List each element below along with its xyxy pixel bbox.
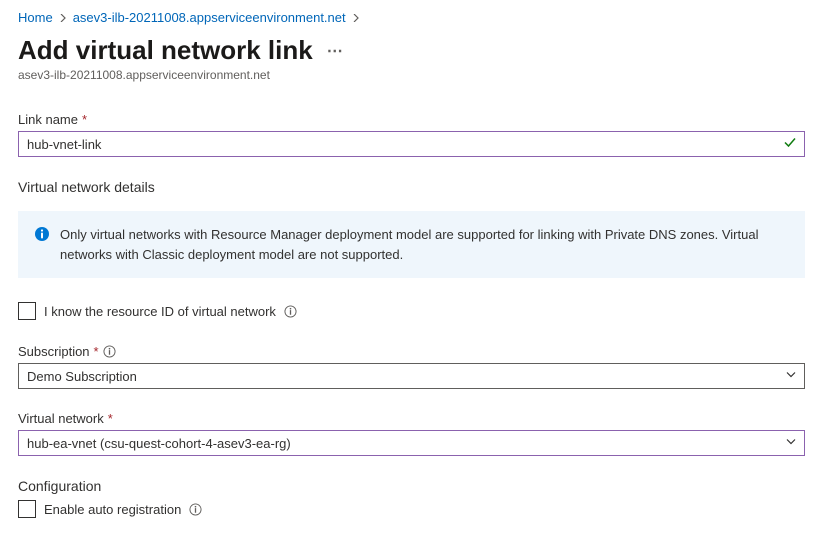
page-title: Add virtual network link ⋯ [18, 35, 805, 66]
info-icon [34, 226, 50, 264]
more-icon[interactable]: ⋯ [327, 41, 345, 61]
info-box: Only virtual networks with Resource Mana… [18, 211, 805, 278]
auto-registration-checkbox[interactable] [18, 500, 36, 518]
info-circle-icon[interactable] [103, 345, 116, 358]
vnet-details-title: Virtual network details [18, 179, 805, 195]
info-circle-icon[interactable] [189, 503, 202, 516]
required-indicator: * [94, 344, 99, 359]
chevron-right-icon [59, 10, 67, 25]
know-resource-id-checkbox[interactable] [18, 302, 36, 320]
required-indicator: * [108, 411, 113, 426]
link-name-input[interactable] [18, 131, 805, 157]
breadcrumb-zone[interactable]: asev3-ilb-20211008.appserviceenvironment… [73, 10, 346, 25]
subscription-label: Subscription * [18, 344, 805, 359]
virtual-network-label: Virtual network * [18, 411, 805, 426]
info-circle-icon[interactable] [284, 305, 297, 318]
info-box-text: Only virtual networks with Resource Mana… [60, 225, 789, 264]
link-name-label: Link name * [18, 112, 805, 127]
know-resource-id-label: I know the resource ID of virtual networ… [44, 304, 276, 319]
page-title-text: Add virtual network link [18, 35, 313, 66]
chevron-right-icon [352, 10, 360, 25]
breadcrumb: Home asev3-ilb-20211008.appserviceenviro… [18, 10, 805, 25]
page-subtitle: asev3-ilb-20211008.appserviceenvironment… [18, 68, 805, 82]
subscription-select[interactable]: Demo Subscription [18, 363, 805, 389]
required-indicator: * [82, 112, 87, 127]
check-icon [783, 136, 797, 153]
auto-registration-label: Enable auto registration [44, 502, 181, 517]
breadcrumb-home[interactable]: Home [18, 10, 53, 25]
virtual-network-select[interactable]: hub-ea-vnet (csu-quest-cohort-4-asev3-ea… [18, 430, 805, 456]
configuration-title: Configuration [18, 478, 805, 494]
